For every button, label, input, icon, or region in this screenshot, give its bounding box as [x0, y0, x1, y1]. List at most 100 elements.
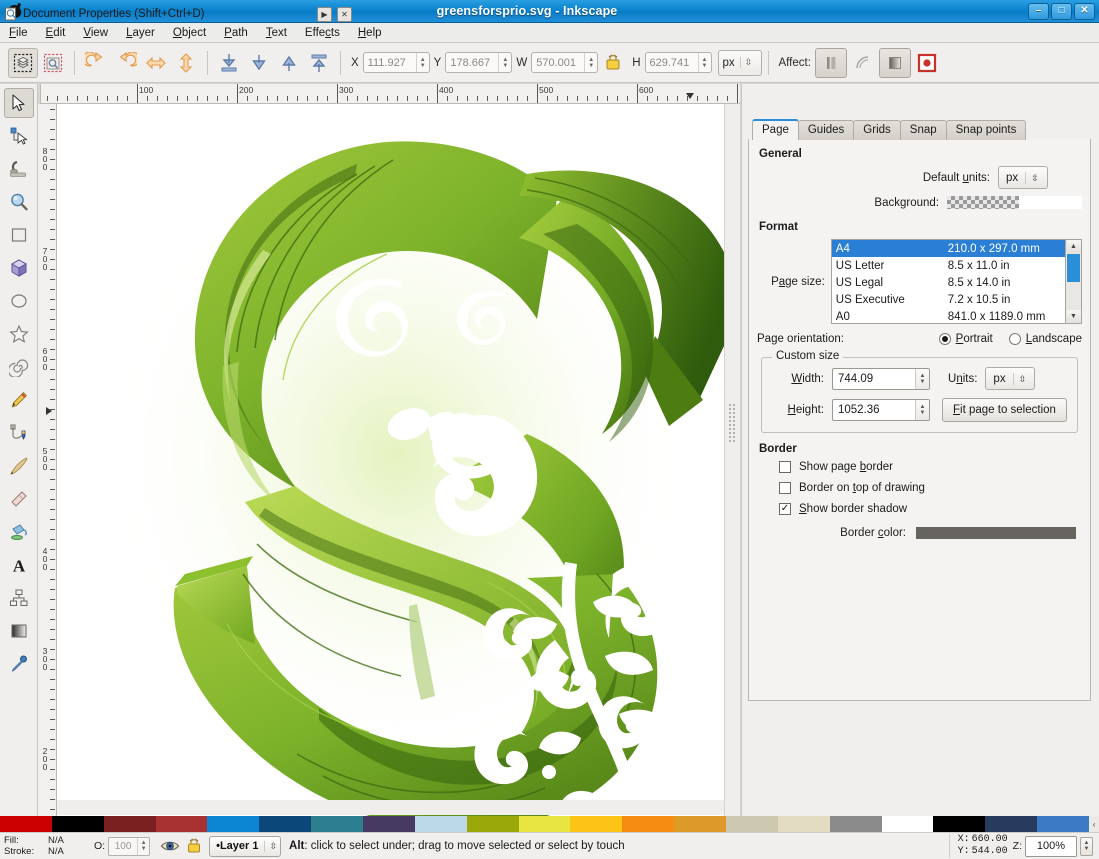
palette-swatch[interactable] [674, 816, 726, 832]
zoom-tool[interactable] [4, 187, 34, 217]
tab-snap-points[interactable]: Snap points [946, 120, 1027, 140]
border-color-swatch[interactable] [916, 527, 1076, 539]
selector-tool[interactable] [4, 88, 34, 118]
affect-stroke-width-button[interactable] [815, 48, 847, 78]
drawing-canvas[interactable] [57, 104, 740, 816]
palette-swatch[interactable] [0, 816, 52, 832]
h-input[interactable] [646, 53, 698, 72]
w-input[interactable] [532, 53, 584, 72]
border-on-top-checkbox[interactable] [779, 482, 791, 494]
dock-close-button[interactable]: ✕ [337, 7, 352, 22]
gradient-tool[interactable] [4, 616, 34, 646]
page-size-item-us-executive[interactable]: US Executive 7.2 x 10.5 in [832, 291, 1065, 308]
show-page-border-checkbox[interactable] [779, 461, 791, 473]
h-spinbox[interactable]: ▲▼ [645, 52, 712, 73]
custom-units-select[interactable]: px ⇳ [985, 367, 1035, 390]
affect-patterns-button[interactable] [911, 48, 943, 78]
fit-page-to-selection-button[interactable]: Fit page to selection [942, 398, 1067, 422]
palette-swatch[interactable] [363, 816, 415, 832]
affect-gradients-button[interactable] [879, 48, 911, 78]
portrait-radio[interactable] [939, 333, 951, 345]
maximize-button[interactable]: □ [1051, 3, 1072, 20]
node-tool[interactable] [4, 121, 34, 151]
background-color-swatch[interactable] [947, 196, 1019, 209]
height-input[interactable] [833, 400, 915, 420]
color-palette[interactable]: ‹ [0, 816, 1099, 832]
menu-help[interactable]: Help [349, 25, 391, 41]
menu-text[interactable]: Text [257, 25, 296, 41]
palette-swatch[interactable] [933, 816, 985, 832]
calligraphy-tool[interactable] [4, 451, 34, 481]
h-stepper[interactable]: ▲▼ [698, 53, 711, 72]
deselect-button[interactable] [38, 48, 68, 78]
tab-grids[interactable]: Grids [853, 120, 900, 140]
page-size-list[interactable]: A4 210.0 x 297.0 mm US Letter 8.5 x 11.0… [831, 239, 1066, 324]
raise-to-top-button[interactable] [304, 48, 334, 78]
bezier-tool[interactable] [4, 418, 34, 448]
lower-one-step-button[interactable] [244, 48, 274, 78]
zoom-input-wrap[interactable] [1025, 836, 1077, 857]
palette-swatch[interactable] [207, 816, 259, 832]
height-input-wrap[interactable]: ▲▼ [832, 399, 930, 421]
eraser-tool[interactable] [4, 484, 34, 514]
w-spinbox[interactable]: ▲▼ [531, 52, 598, 73]
canvas-vertical-scrollbar[interactable] [724, 104, 740, 816]
palette-swatch[interactable] [104, 816, 156, 832]
show-border-shadow-checkbox[interactable]: ✓ [779, 503, 791, 515]
y-stepper[interactable]: ▲▼ [498, 53, 511, 72]
opacity-input-wrap[interactable]: ▲▼ [108, 837, 150, 856]
layer-lock-button[interactable] [185, 837, 203, 855]
y-spinbox[interactable]: ▲▼ [445, 52, 512, 73]
height-stepper[interactable]: ▲▼ [915, 400, 929, 420]
spiral-tool[interactable] [4, 352, 34, 382]
menu-layer[interactable]: Layer [117, 25, 164, 41]
menu-object[interactable]: Object [164, 25, 215, 41]
palette-swatch[interactable] [156, 816, 208, 832]
scroll-up-icon[interactable]: ▲ [1067, 240, 1081, 253]
palette-swatch[interactable] [415, 816, 467, 832]
page-size-item-a4[interactable]: A4 210.0 x 297.0 mm [832, 240, 1065, 257]
tab-snap[interactable]: Snap [900, 120, 947, 140]
x-input[interactable] [364, 53, 416, 72]
flip-vertical-button[interactable] [171, 48, 201, 78]
horizontal-ruler[interactable]: 100200300400500600 [40, 84, 740, 104]
palette-swatch[interactable] [985, 816, 1037, 832]
flip-horizontal-button[interactable] [141, 48, 171, 78]
vertical-ruler[interactable]: 800700600500400300200 [38, 104, 57, 816]
palette-swatch[interactable] [52, 816, 104, 832]
landscape-radio[interactable] [1009, 333, 1021, 345]
toolbar-units-select[interactable]: px ⇳ [718, 50, 762, 76]
dock-collapse-button[interactable]: ▶ [317, 7, 332, 22]
width-input[interactable] [833, 369, 915, 389]
page-size-item-a0[interactable]: A0 841.0 x 1189.0 mm [832, 308, 1065, 324]
opacity-control[interactable]: O: ▲▼ [94, 837, 150, 856]
ellipse-tool[interactable] [4, 286, 34, 316]
opacity-stepper[interactable]: ▲▼ [137, 838, 149, 855]
palette-swatch[interactable] [259, 816, 311, 832]
rotate-ccw-button[interactable] [81, 48, 111, 78]
menu-effects[interactable]: Effects [296, 25, 349, 41]
palette-swatch[interactable] [570, 816, 622, 832]
scrollbar-thumb[interactable] [1067, 254, 1080, 282]
fill-stroke-indicator[interactable]: Fill:N/A Stroke:N/A [0, 835, 90, 857]
zoom-control[interactable]: Z: ▲▼ [1013, 836, 1093, 857]
star-tool[interactable] [4, 319, 34, 349]
menu-path[interactable]: Path [215, 25, 257, 41]
tweak-tool[interactable] [4, 154, 34, 184]
background-color-swatch-white[interactable] [1019, 196, 1082, 209]
affect-corners-button[interactable] [847, 48, 879, 78]
canvas-horizontal-scrollbar[interactable] [57, 800, 724, 815]
palette-swatch[interactable] [467, 816, 519, 832]
tab-page[interactable]: Page [752, 119, 799, 140]
y-input[interactable] [446, 53, 498, 72]
palette-scroll-icon[interactable]: ‹ [1089, 816, 1099, 832]
rectangle-tool[interactable] [4, 220, 34, 250]
box3d-tool[interactable] [4, 253, 34, 283]
palette-swatch[interactable] [519, 816, 571, 832]
tab-guides[interactable]: Guides [798, 120, 854, 140]
palette-swatch[interactable] [1037, 816, 1089, 832]
page-size-list-scrollbar[interactable]: ▲ ▼ [1066, 239, 1082, 324]
opacity-input[interactable] [109, 838, 137, 855]
palette-swatch[interactable] [622, 816, 674, 832]
scroll-down-icon[interactable]: ▼ [1067, 310, 1081, 323]
